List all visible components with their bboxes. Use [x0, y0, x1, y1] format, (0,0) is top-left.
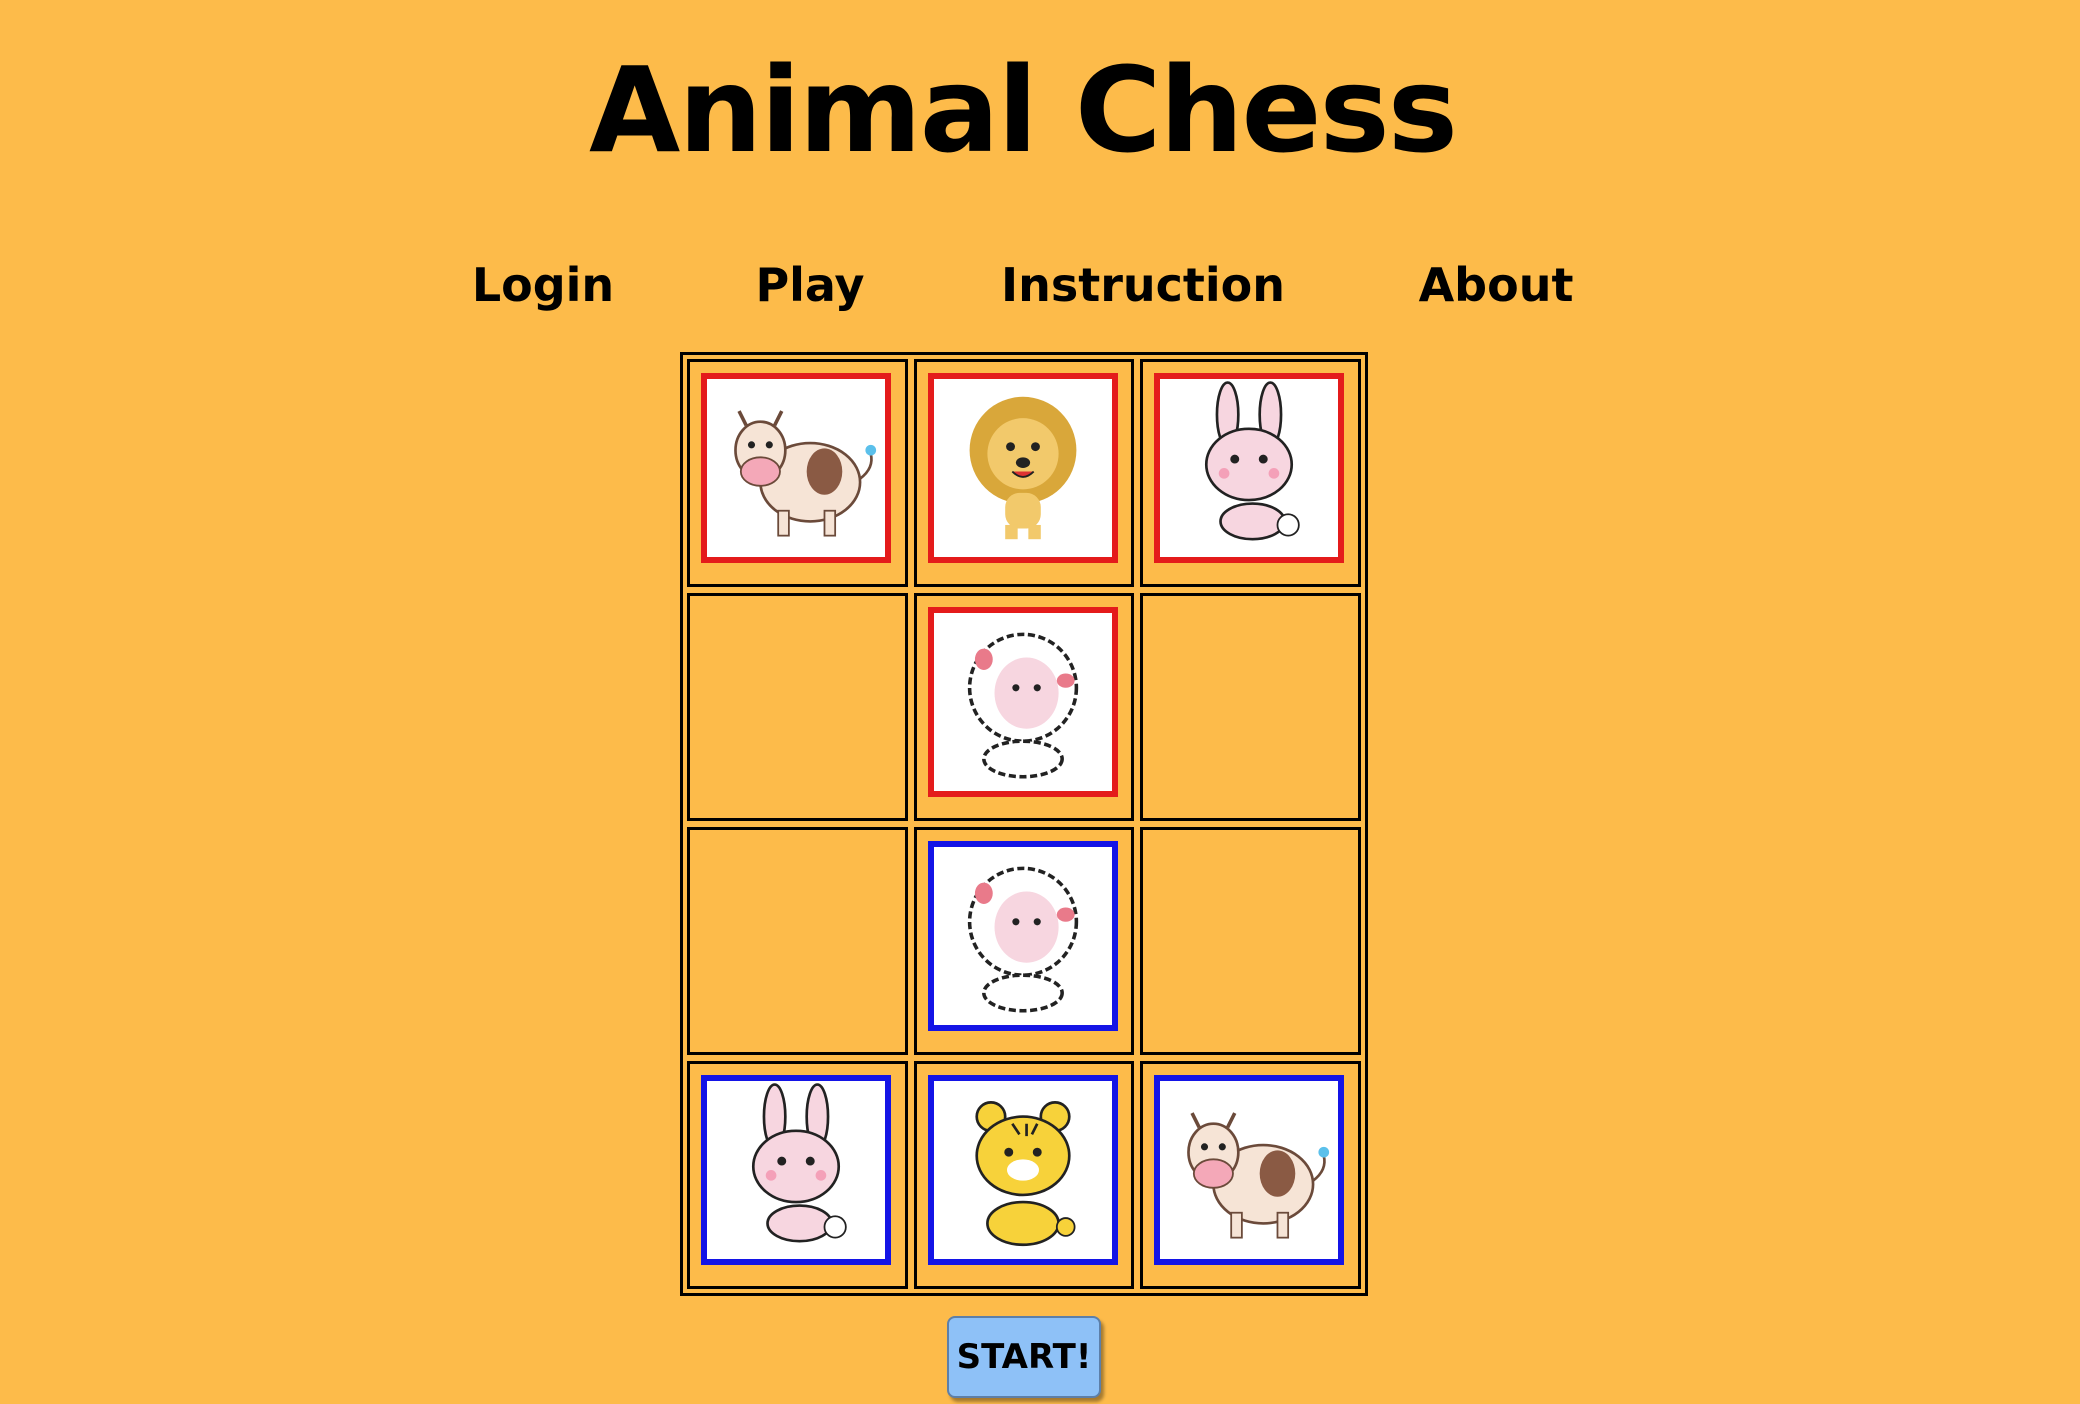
board-cell[interactable] — [913, 359, 1135, 587]
board-cell[interactable] — [687, 1061, 908, 1289]
tiger-icon — [934, 1081, 1112, 1259]
board-cell[interactable] — [687, 359, 908, 587]
sheep-icon — [934, 613, 1112, 791]
red-rabbit-piece[interactable] — [1154, 373, 1345, 563]
blue-rabbit-piece[interactable] — [701, 1075, 891, 1265]
sheep-icon — [934, 847, 1112, 1025]
rabbit-icon — [707, 1081, 885, 1259]
board-cell[interactable] — [1140, 359, 1361, 587]
board-cell[interactable] — [687, 827, 908, 1055]
nav-instruction[interactable]: Instruction — [1001, 250, 1285, 320]
board-cell[interactable] — [1140, 827, 1361, 1055]
blue-tiger-piece[interactable] — [927, 1075, 1118, 1265]
board-cell[interactable] — [1140, 1061, 1361, 1289]
nav-login[interactable]: Login — [472, 250, 614, 320]
board-cell[interactable] — [687, 593, 908, 821]
cow-icon — [1160, 1081, 1338, 1259]
board-cell[interactable] — [913, 593, 1135, 821]
start-button[interactable]: START! — [947, 1316, 1101, 1398]
blue-sheep-piece[interactable] — [927, 841, 1118, 1031]
red-sheep-piece[interactable] — [927, 607, 1118, 797]
nav-play[interactable]: Play — [755, 250, 864, 320]
main-nav: Login Play Instruction About — [0, 250, 2080, 320]
blue-cow-piece[interactable] — [1154, 1075, 1345, 1265]
red-cow-piece[interactable] — [701, 373, 891, 563]
lion-icon — [934, 379, 1112, 557]
board-cell[interactable] — [1140, 593, 1361, 821]
board-cell[interactable] — [913, 1061, 1135, 1289]
page-title: Animal Chess — [589, 41, 1458, 179]
game-board — [680, 352, 1368, 1296]
nav-about[interactable]: About — [1419, 250, 1574, 320]
cow-icon — [707, 379, 885, 557]
red-lion-piece[interactable] — [927, 373, 1118, 563]
rabbit-icon — [1160, 379, 1338, 557]
board-cell[interactable] — [913, 827, 1135, 1055]
